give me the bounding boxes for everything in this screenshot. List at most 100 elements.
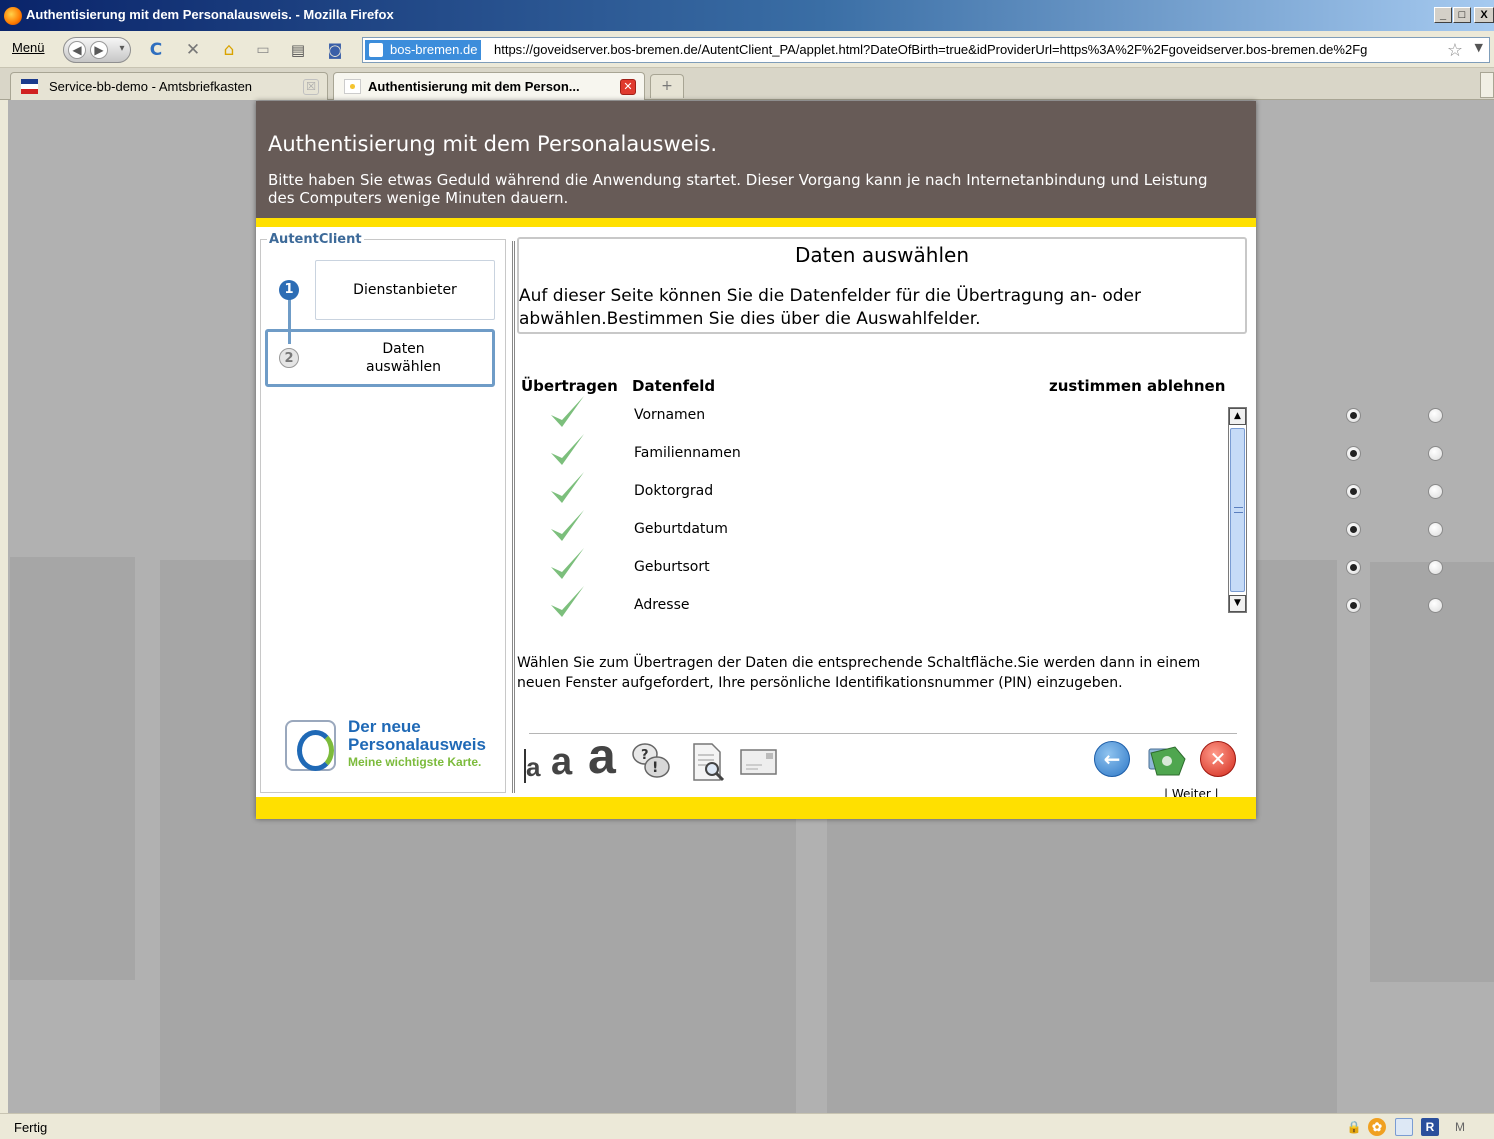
window-left-border bbox=[0, 100, 8, 1113]
font-large-button[interactable]: a bbox=[588, 727, 616, 785]
reload-icon[interactable]: C bbox=[145, 39, 167, 61]
tab-service-bb-demo[interactable]: Service-bb-demo - Amtsbriefkasten ☒ bbox=[10, 72, 328, 100]
radio-zustimmen[interactable] bbox=[1346, 446, 1361, 461]
tab-close-icon[interactable]: ☒ bbox=[303, 79, 319, 95]
svg-text:!: ! bbox=[652, 760, 658, 776]
step-daten-auswaehlen[interactable]: Daten auswählen bbox=[315, 332, 492, 384]
table-row: Doktorgrad bbox=[521, 472, 1443, 513]
maximize-button[interactable]: □ bbox=[1453, 7, 1471, 23]
field-name: Familiennamen bbox=[634, 445, 741, 461]
radio-ablehnen[interactable] bbox=[1428, 446, 1443, 461]
site-favicon-icon bbox=[344, 79, 361, 94]
new-tab-button[interactable]: + bbox=[650, 74, 684, 98]
menu-button[interactable]: Menü bbox=[12, 40, 45, 55]
step-dienstanbieter[interactable]: Dienstanbieter bbox=[315, 260, 495, 320]
back-forward-group: ◀ ▶ ▾ bbox=[63, 37, 131, 63]
url-input[interactable]: https://goveidserver.bos-bremen.de/Auten… bbox=[494, 42, 1449, 57]
radio-zustimmen[interactable] bbox=[1346, 560, 1361, 575]
personalausweis-logo-icon bbox=[285, 720, 336, 771]
sidebar-legend: AutentClient bbox=[267, 232, 364, 247]
back-button[interactable]: ◀ bbox=[68, 41, 86, 59]
radio-ablehnen[interactable] bbox=[1428, 598, 1443, 613]
envelope-icon[interactable] bbox=[738, 741, 780, 783]
table-row: Vornamen bbox=[521, 396, 1443, 437]
table-row: Familiennamen bbox=[521, 434, 1443, 475]
personalausweis-logo: Der neue Personalausweis Meine wichtigst… bbox=[285, 718, 495, 774]
tab-list-button[interactable] bbox=[1480, 72, 1494, 98]
page-icon[interactable]: ▭ bbox=[252, 39, 274, 61]
checkmark-icon bbox=[551, 510, 584, 541]
field-name: Vornamen bbox=[634, 407, 706, 423]
table-row: Geburtsort bbox=[521, 548, 1443, 589]
checkmark-icon bbox=[551, 396, 584, 427]
mail-icon[interactable]: M bbox=[1451, 1118, 1469, 1136]
window-title: Authentisierung mit dem Personalausweis.… bbox=[26, 7, 394, 22]
column-header-datenfeld: Datenfeld bbox=[632, 377, 716, 395]
forward-button[interactable]: ▶ bbox=[90, 41, 108, 59]
radio-zustimmen[interactable] bbox=[1346, 522, 1361, 537]
url-dropdown-icon[interactable]: ▼ bbox=[1475, 41, 1483, 54]
column-header-zustimmen: zustimmen bbox=[1049, 377, 1142, 395]
status-text: Fertig bbox=[14, 1120, 48, 1135]
window-titlebar: Authentisierung mit dem Personalausweis.… bbox=[0, 0, 1494, 31]
page-description: Auf dieser Seite können Sie die Datenfel… bbox=[519, 286, 1141, 329]
field-name: Doktorgrad bbox=[634, 483, 714, 499]
info-box: Daten auswählen Auf dieser Seite können … bbox=[517, 237, 1247, 334]
radio-zustimmen[interactable] bbox=[1346, 408, 1361, 423]
close-window-button[interactable]: X bbox=[1474, 7, 1494, 23]
print-icon[interactable]: ▤ bbox=[287, 39, 309, 61]
url-bar[interactable]: bos-bremen.de https://goveidserver.bos-b… bbox=[362, 37, 1490, 63]
scrollbar-thumb[interactable] bbox=[1230, 428, 1245, 592]
table-row: Adresse bbox=[521, 586, 1443, 627]
stop-icon[interactable]: ✕ bbox=[182, 39, 204, 61]
cancel-button[interactable]: ✕ bbox=[1200, 741, 1236, 777]
toolbar-separator bbox=[529, 733, 1237, 734]
checkmark-icon bbox=[551, 548, 584, 579]
page-icon[interactable] bbox=[1395, 1118, 1413, 1136]
bookmark-star-icon[interactable]: ☆ bbox=[1447, 40, 1463, 61]
r-addon-icon[interactable]: R bbox=[1421, 1118, 1439, 1136]
bookmark-icon[interactable]: ◙ bbox=[324, 39, 346, 61]
step-sidebar: AutentClient 1 Dienstanbieter 2 Daten au… bbox=[260, 232, 506, 793]
navigation-toolbar: Menü ◀ ▶ ▾ C ✕ ⌂ ▭ ▤ ◙ bos-bremen.de htt… bbox=[0, 31, 1494, 68]
weiter-button[interactable] bbox=[1145, 739, 1189, 783]
applet-header: Authentisierung mit dem Personalausweis.… bbox=[256, 101, 1256, 218]
header-text: Bitte haben Sie etwas Geduld während die… bbox=[268, 171, 1208, 207]
tab-close-icon[interactable]: ✕ bbox=[620, 79, 636, 95]
firefox-icon bbox=[4, 7, 22, 25]
checkmark-icon bbox=[551, 586, 584, 617]
lock-icon[interactable]: 🔒 bbox=[1345, 1118, 1363, 1136]
document-search-icon[interactable] bbox=[688, 741, 730, 783]
footer-accent-bar bbox=[256, 797, 1256, 819]
radio-zustimmen[interactable] bbox=[1346, 484, 1361, 499]
radio-ablehnen[interactable] bbox=[1428, 484, 1443, 499]
home-icon[interactable]: ⌂ bbox=[218, 39, 240, 61]
status-bar: Fertig 🔒 ✿ R M bbox=[0, 1113, 1494, 1139]
flag-favicon-icon bbox=[21, 79, 38, 94]
pin-hint-text: Wählen Sie zum Übertragen der Daten die … bbox=[517, 655, 1201, 691]
column-header-ablehnen: ablehnen bbox=[1147, 377, 1226, 395]
step-number-1: 1 bbox=[279, 280, 299, 300]
radio-ablehnen[interactable] bbox=[1428, 408, 1443, 423]
minimize-button[interactable]: _ bbox=[1434, 7, 1452, 23]
addon-icon[interactable]: ✿ bbox=[1368, 1118, 1386, 1136]
field-name: Adresse bbox=[634, 597, 690, 613]
autentclient-applet: Authentisierung mit dem Personalausweis.… bbox=[256, 101, 1443, 819]
fields-scrollbar[interactable]: ▲ ▼ bbox=[1228, 407, 1247, 613]
radio-ablehnen[interactable] bbox=[1428, 522, 1443, 537]
radio-zustimmen[interactable] bbox=[1346, 598, 1361, 613]
scroll-up-icon[interactable]: ▲ bbox=[1229, 408, 1246, 425]
header-accent-bar bbox=[256, 218, 1256, 227]
checkmark-icon bbox=[551, 472, 584, 503]
scroll-down-icon[interactable]: ▼ bbox=[1229, 595, 1246, 612]
help-icon[interactable]: ? ! bbox=[630, 741, 672, 783]
font-medium-button[interactable]: a bbox=[551, 741, 572, 784]
checkmark-icon bbox=[551, 434, 584, 465]
back-arrow-button[interactable]: ← bbox=[1094, 741, 1130, 777]
site-identity-button[interactable]: bos-bremen.de bbox=[365, 40, 482, 60]
font-small-button[interactable]: a bbox=[526, 752, 540, 783]
step-number-2: 2 bbox=[279, 348, 299, 368]
tab-authentisierung[interactable]: Authentisierung mit dem Person... ✕ bbox=[333, 72, 645, 100]
radio-ablehnen[interactable] bbox=[1428, 560, 1443, 575]
history-dropdown-icon[interactable]: ▾ bbox=[113, 41, 131, 59]
